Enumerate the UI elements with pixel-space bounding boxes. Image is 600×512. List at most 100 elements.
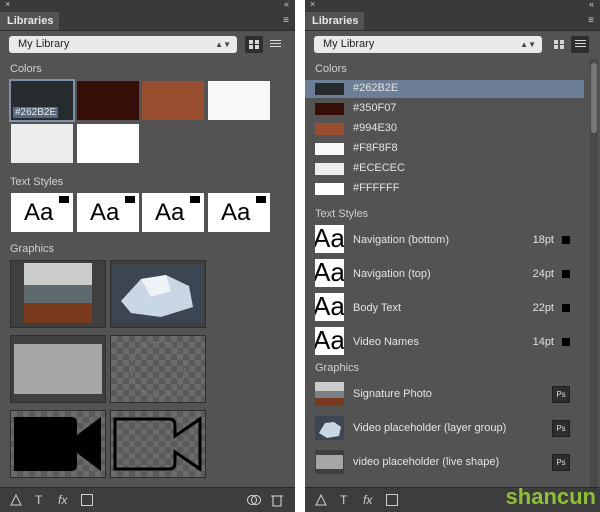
video-camera-icon xyxy=(14,417,101,471)
text-style-row[interactable]: Aa Navigation (top) 24pt xyxy=(305,259,584,289)
list-view-button[interactable] xyxy=(266,36,284,53)
list-view-button[interactable] xyxy=(571,36,589,53)
text-style-preview: Aa xyxy=(90,199,120,226)
add-fill-color-icon[interactable] xyxy=(81,494,93,506)
colors-heading: Colors xyxy=(10,63,42,75)
library-dropdown[interactable]: My Library ▲▼ xyxy=(9,36,237,53)
style-flag-icon xyxy=(190,196,200,203)
style-flag-icon xyxy=(562,338,570,346)
color-chip xyxy=(315,103,344,115)
text-style-size: 14pt xyxy=(532,336,554,348)
color-hex-label: #994E30 xyxy=(353,122,398,134)
color-swatch[interactable]: #262B2E xyxy=(9,79,75,122)
libraries-panel-list: × « Libraries ≡ My Library ▲▼ Colors #26… xyxy=(305,0,600,512)
grid-view-button[interactable] xyxy=(550,36,568,53)
creative-cloud-icon[interactable] xyxy=(246,493,262,507)
trash-icon[interactable] xyxy=(271,493,283,507)
color-swatch[interactable] xyxy=(77,81,139,120)
tab-libraries[interactable]: Libraries xyxy=(305,12,364,30)
graphic-tile-photo[interactable] xyxy=(10,260,106,328)
add-graphic-icon[interactable] xyxy=(314,493,328,507)
style-flag-icon xyxy=(562,270,570,278)
scrollbar[interactable] xyxy=(590,59,598,487)
add-text-style-icon[interactable]: T xyxy=(340,493,347,507)
color-swatch[interactable] xyxy=(11,124,73,163)
color-row[interactable]: #F8F8F8 xyxy=(305,140,584,158)
swatch-hex-label: #262B2E xyxy=(13,107,59,118)
list-view-icon xyxy=(270,40,281,49)
tab-bar: Libraries ≡ xyxy=(0,12,295,31)
libraries-panel-grid: × « Libraries ≡ My Library ▲▼ Colors #26… xyxy=(0,0,295,512)
photoshop-badge-icon: Ps xyxy=(552,386,570,403)
scrollbar-thumb[interactable] xyxy=(591,63,597,133)
photoshop-badge-icon: Ps xyxy=(552,454,570,471)
text-style-name: Body Text xyxy=(353,302,402,314)
graphic-tile-video-outline[interactable] xyxy=(110,410,206,478)
grid-view-icon xyxy=(554,40,564,49)
text-style-row[interactable]: Aa Body Text 22pt xyxy=(305,293,584,323)
graphic-name: video placeholder (live shape) xyxy=(353,456,500,468)
panel-menu-icon[interactable]: ≡ xyxy=(588,15,594,26)
add-text-style-icon[interactable]: T xyxy=(35,493,42,507)
text-style-preview: Aa xyxy=(155,199,185,226)
color-swatch[interactable] xyxy=(208,81,270,120)
text-style-preview: Aa xyxy=(315,327,344,355)
graphic-tile-video-solid[interactable] xyxy=(10,410,106,478)
close-icon[interactable]: × xyxy=(5,0,10,9)
graphic-row[interactable]: Video placeholder (layer group) Ps xyxy=(305,414,584,442)
collapse-icon[interactable]: « xyxy=(284,0,289,9)
text-style-preview: Aa xyxy=(221,199,251,226)
dropdown-arrows-icon: ▲▼ xyxy=(215,40,231,49)
video-camera-outline-icon xyxy=(113,416,202,472)
color-row[interactable]: #FFFFFF xyxy=(305,180,584,198)
text-style-tile[interactable]: Aa xyxy=(77,193,139,232)
color-swatch[interactable] xyxy=(77,124,139,163)
add-layer-style-icon[interactable]: fx xyxy=(58,493,67,507)
graphic-tile-ice[interactable] xyxy=(110,260,206,328)
gray-rectangle-shape xyxy=(14,344,102,394)
color-row[interactable]: #262B2E xyxy=(305,80,584,98)
color-row[interactable]: #994E30 xyxy=(305,120,584,138)
style-flag-icon xyxy=(125,196,135,203)
add-fill-color-icon[interactable] xyxy=(386,494,398,506)
dropdown-arrows-icon: ▲▼ xyxy=(520,40,536,49)
library-dropdown-label: My Library xyxy=(323,38,375,50)
text-style-preview: Aa xyxy=(24,199,54,226)
text-style-name: Video Names xyxy=(353,336,419,348)
text-style-row[interactable]: Aa Video Names 14pt xyxy=(305,327,584,357)
text-style-name: Navigation (bottom) xyxy=(353,234,449,246)
graphics-heading: Graphics xyxy=(10,243,55,255)
grid-view-button[interactable] xyxy=(245,36,263,53)
tab-bar: Libraries ≡ xyxy=(305,12,600,31)
text-style-thumbnail: Aa xyxy=(315,259,344,287)
text-style-thumbnail: Aa xyxy=(315,293,344,321)
color-row[interactable]: #350F07 xyxy=(305,100,584,118)
graphic-tile-circle[interactable] xyxy=(110,335,206,403)
close-icon[interactable]: × xyxy=(310,0,315,9)
graphic-row[interactable]: Signature Photo Ps xyxy=(305,380,584,408)
add-graphic-icon[interactable] xyxy=(9,493,23,507)
style-flag-icon xyxy=(256,196,266,203)
dashed-circle-shape xyxy=(130,341,186,397)
style-flag-icon xyxy=(562,236,570,244)
landscape-photo-thumbnail xyxy=(24,263,92,323)
color-swatch[interactable] xyxy=(142,81,204,120)
text-style-row[interactable]: Aa Navigation (bottom) 18pt xyxy=(305,225,584,255)
text-style-size: 22pt xyxy=(532,302,554,314)
add-layer-style-icon[interactable]: fx xyxy=(363,493,372,507)
panel-menu-icon[interactable]: ≡ xyxy=(283,15,289,26)
tab-libraries[interactable]: Libraries xyxy=(0,12,59,30)
library-dropdown[interactable]: My Library ▲▼ xyxy=(314,36,542,53)
collapse-icon[interactable]: « xyxy=(589,0,594,9)
placeholder-thumbnail xyxy=(315,450,344,474)
text-style-tile[interactable]: Aa xyxy=(208,193,270,232)
graphic-row[interactable]: video placeholder (live shape) Ps xyxy=(305,448,584,476)
color-row[interactable]: #ECECEC xyxy=(305,160,584,178)
color-hex-label: #ECECEC xyxy=(353,162,405,174)
color-hex-label: #262B2E xyxy=(353,82,399,94)
text-style-tile[interactable]: Aa xyxy=(142,193,204,232)
text-style-tile[interactable]: Aa xyxy=(11,193,73,232)
library-toolbar: My Library ▲▼ xyxy=(305,33,600,57)
style-flag-icon xyxy=(562,304,570,312)
graphic-tile-placeholder[interactable] xyxy=(10,335,106,403)
